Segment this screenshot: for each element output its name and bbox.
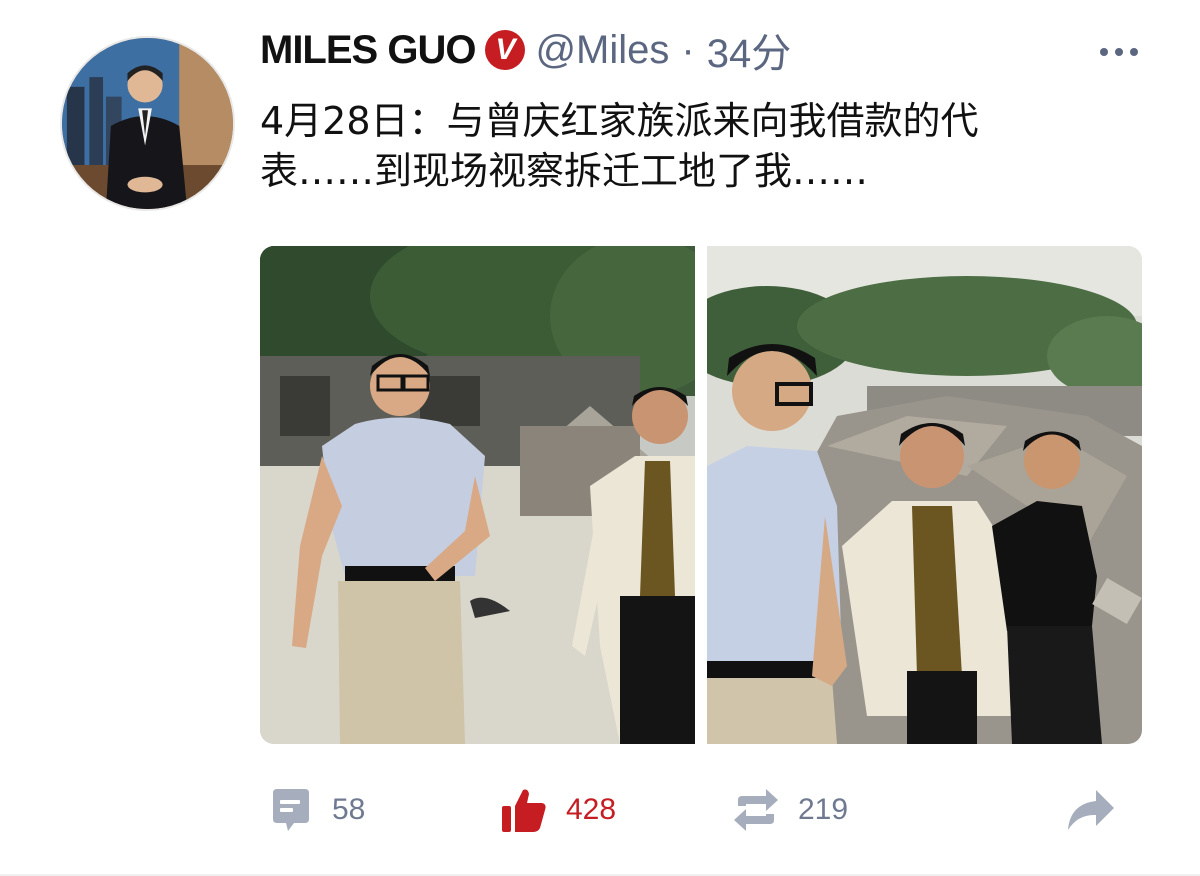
avatar[interactable] [60, 36, 235, 211]
repost-icon [734, 789, 778, 831]
verified-badge-icon: V [485, 30, 526, 70]
share-arrow-icon [1068, 790, 1114, 830]
photo-image [260, 246, 695, 744]
post-photo-2[interactable] [707, 246, 1142, 744]
avatar-image [62, 38, 233, 209]
comment-icon [273, 789, 309, 831]
share-button[interactable] [1066, 780, 1116, 840]
repost-button[interactable]: 219 [732, 780, 848, 840]
action-bar: 58 428 219 [0, 780, 1200, 840]
post-timestamp: 34分 [706, 32, 792, 76]
comment-count: 58 [332, 793, 366, 826]
post-text-line: 4月28日：与曾庆红家族派来向我借款的代 [260, 99, 979, 143]
user-handle[interactable]: @Miles [535, 28, 669, 73]
like-button[interactable]: 428 [500, 780, 616, 840]
photo-image [707, 246, 1142, 744]
meta-separator: · [681, 27, 695, 72]
post-text-line: 表……到现场视察拆迁工地了我…… [260, 149, 869, 193]
post-photo-1[interactable] [260, 246, 695, 744]
post-header: MILES GUO V @Miles · 34分 [260, 22, 791, 78]
username[interactable]: MILES GUO [260, 28, 476, 73]
thumbs-up-icon [502, 789, 546, 832]
repost-count: 219 [798, 793, 849, 826]
more-dots-icon[interactable] [1100, 48, 1138, 56]
post-text: 4月28日：与曾庆红家族派来向我借款的代 表……到现场视察拆迁工地了我…… [260, 96, 1140, 196]
comment-button[interactable]: 58 [268, 780, 365, 840]
like-count: 428 [566, 793, 617, 826]
